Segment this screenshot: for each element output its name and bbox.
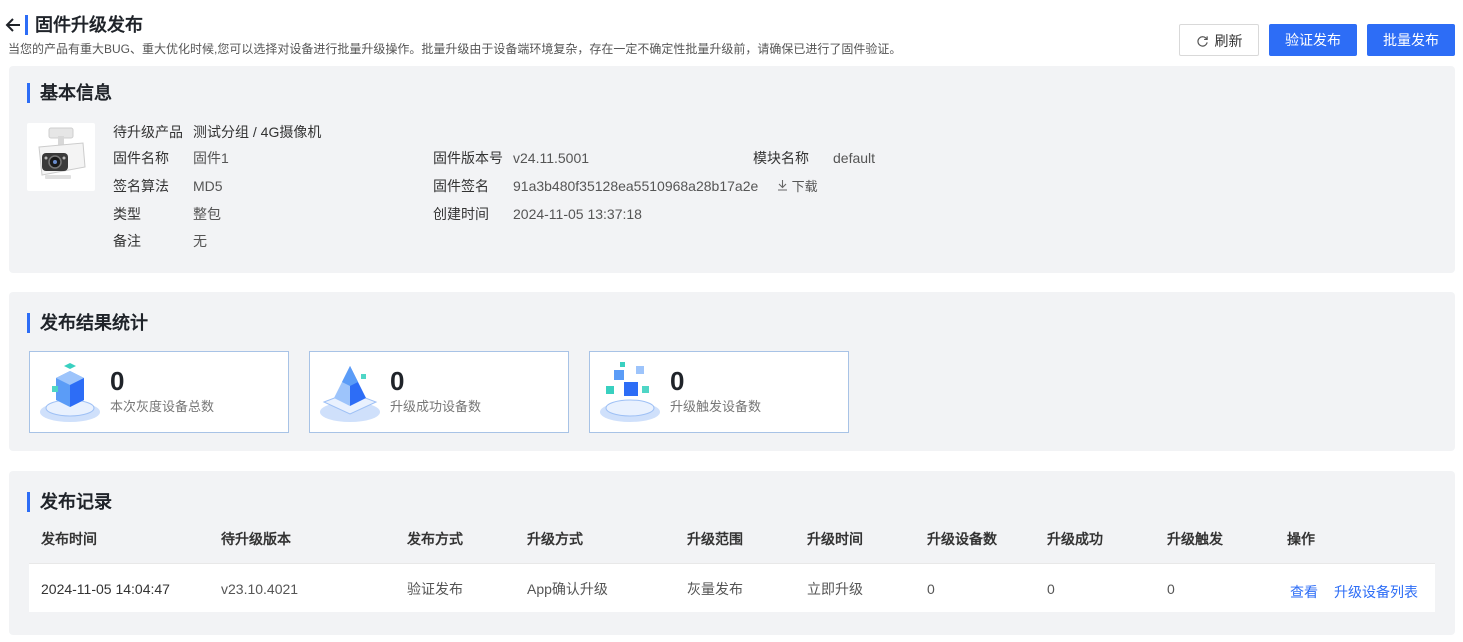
batch-publish-button[interactable]: 批量发布 bbox=[1367, 24, 1455, 56]
verify-publish-button[interactable]: 验证发布 bbox=[1269, 24, 1357, 56]
upgrade-time-cell: 立即升级 bbox=[807, 581, 863, 597]
publish-method-cell: 验证发布 bbox=[407, 581, 463, 597]
triggered-cell: 0 bbox=[1167, 581, 1175, 597]
table-row: 2024-11-05 14:04:47 v23.10.4021 验证发布 App… bbox=[29, 563, 1435, 612]
camera-product-image bbox=[27, 123, 95, 191]
product-value: 测试分组 / 4G摄像机 bbox=[193, 124, 322, 140]
column-header: 操作 bbox=[1287, 531, 1315, 547]
scope-cell: 灰量发布 bbox=[687, 581, 743, 597]
stat-triggered-label: 升级触发设备数 bbox=[670, 399, 762, 414]
signature-value: 91a3b480f35128ea5510968a28b17a2e bbox=[513, 178, 759, 194]
remark-label: 备注 bbox=[113, 233, 141, 249]
stat-card-success: 0 升级成功设备数 bbox=[309, 351, 569, 433]
sign-algorithm-value: MD5 bbox=[193, 178, 223, 194]
firmware-version-label: 固件版本号 bbox=[433, 150, 503, 166]
created-time-value: 2024-11-05 13:37:18 bbox=[513, 206, 642, 222]
publish-time-cell: 2024-11-05 14:04:47 bbox=[41, 581, 170, 597]
basic-info-panel: 基本信息 待升级产品 测试分组 / 4G摄像机 固件名称 固件1 固件版本号 v… bbox=[9, 66, 1455, 273]
device-list-link[interactable]: 升级设备列表 bbox=[1334, 583, 1418, 601]
product-label: 待升级产品 bbox=[113, 124, 183, 140]
success-cell: 0 bbox=[1047, 581, 1055, 597]
firmware-name-label: 固件名称 bbox=[113, 150, 169, 166]
download-icon bbox=[777, 179, 792, 194]
version-cell: v23.10.4021 bbox=[221, 581, 299, 597]
stat-card-triggered: 0 升级触发设备数 bbox=[589, 351, 849, 433]
stat-total-value: 0 bbox=[110, 366, 125, 396]
stat-card-total: 0 本次灰度设备总数 bbox=[29, 351, 289, 433]
view-link[interactable]: 查看 bbox=[1290, 583, 1318, 601]
column-header: 升级范围 bbox=[687, 531, 743, 547]
signature-label: 固件签名 bbox=[433, 178, 489, 194]
module-value: default bbox=[833, 150, 876, 166]
stat-triggered-value: 0 bbox=[670, 366, 685, 396]
title-accent-bar bbox=[25, 15, 28, 35]
publish-stats-panel: 发布结果统计 0 本次灰度设备总数 0 升级成功设备数 0 升级触发设备数 bbox=[9, 292, 1455, 451]
remark-value: 无 bbox=[193, 233, 207, 249]
scattered-cubes-icon bbox=[594, 356, 666, 428]
column-header: 升级时间 bbox=[807, 531, 863, 547]
column-header: 升级设备数 bbox=[927, 531, 997, 547]
stat-total-label: 本次灰度设备总数 bbox=[110, 399, 215, 414]
page-title: 固件升级发布 bbox=[35, 15, 143, 35]
stat-success-label: 升级成功设备数 bbox=[390, 399, 482, 414]
module-label: 模块名称 bbox=[753, 150, 809, 166]
created-time-label: 创建时间 bbox=[433, 206, 489, 222]
publish-stats-title: 发布结果统计 bbox=[27, 313, 148, 333]
basic-info-title: 基本信息 bbox=[27, 83, 112, 103]
publish-records-panel: 发布记录 发布时间 待升级版本 发布方式 升级方式 升级范围 升级时间 升级设备… bbox=[9, 471, 1455, 635]
column-header: 升级方式 bbox=[527, 531, 583, 547]
upgrade-method-cell: App确认升级 bbox=[527, 581, 608, 597]
cube-stack-icon bbox=[34, 356, 106, 428]
stat-success-value: 0 bbox=[390, 366, 405, 396]
refresh-label: 刷新 bbox=[1214, 33, 1243, 49]
column-header: 发布方式 bbox=[407, 531, 463, 547]
type-label: 类型 bbox=[113, 206, 141, 222]
firmware-version-value: v24.11.5001 bbox=[513, 150, 590, 166]
download-label: 下载 bbox=[791, 179, 818, 194]
page-description: 当您的产品有重大BUG、重大优化时候,您可以选择对设备进行批量升级操作。批量升级… bbox=[8, 42, 902, 56]
sign-algorithm-label: 签名算法 bbox=[113, 178, 169, 194]
column-header: 待升级版本 bbox=[221, 531, 291, 547]
refresh-button[interactable]: 刷新 bbox=[1179, 24, 1259, 56]
column-header: 发布时间 bbox=[41, 531, 97, 547]
records-table-header: 发布时间 待升级版本 发布方式 升级方式 升级范围 升级时间 升级设备数 升级成… bbox=[29, 519, 1435, 559]
page-header: 固件升级发布 当您的产品有重大BUG、重大优化时候,您可以选择对设备进行批量升级… bbox=[0, 0, 1463, 66]
pyramid-icon bbox=[314, 356, 386, 428]
column-header: 升级成功 bbox=[1047, 531, 1103, 547]
back-arrow-icon[interactable] bbox=[5, 14, 23, 36]
firmware-name-value: 固件1 bbox=[193, 150, 229, 166]
device-count-cell: 0 bbox=[927, 581, 935, 597]
download-link[interactable]: 下载 bbox=[777, 178, 818, 196]
type-value: 整包 bbox=[193, 206, 221, 222]
publish-records-title: 发布记录 bbox=[27, 492, 112, 512]
column-header: 升级触发 bbox=[1167, 531, 1223, 547]
refresh-icon bbox=[1196, 27, 1209, 59]
